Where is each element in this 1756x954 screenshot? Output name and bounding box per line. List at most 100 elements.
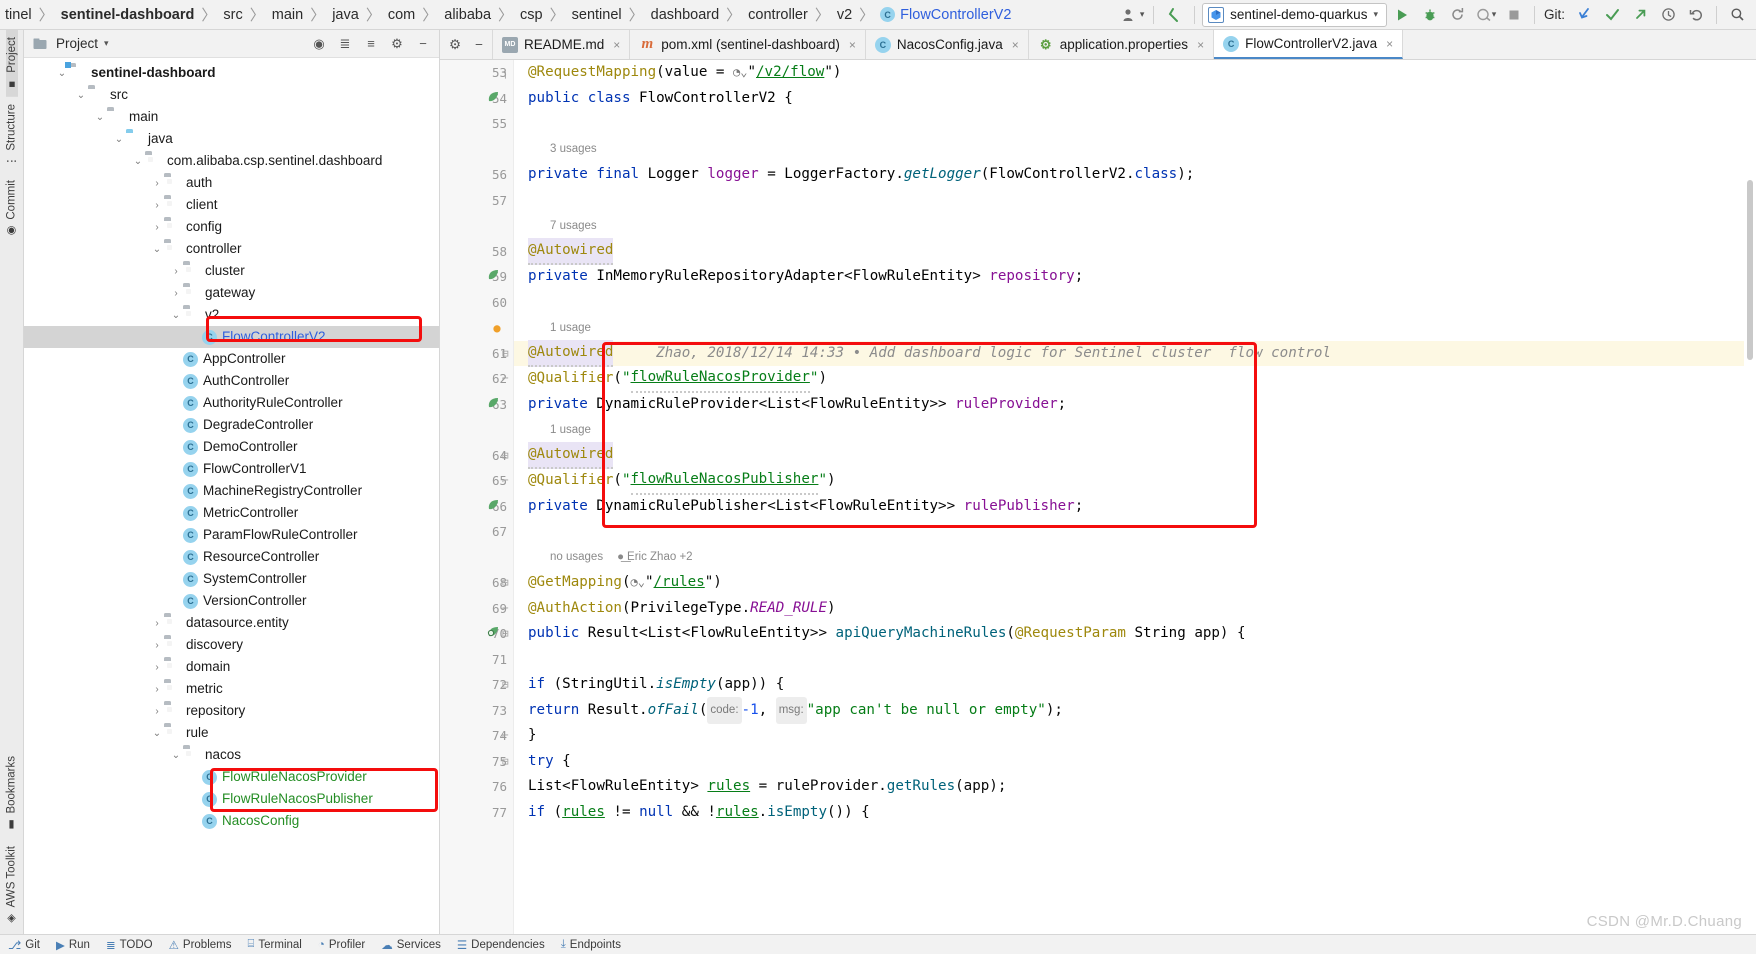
close-icon[interactable]: × (613, 38, 620, 52)
chevron-right-icon[interactable]: › (150, 222, 164, 233)
gutter-line-62[interactable]: 62 ⌐ (440, 366, 513, 392)
tree-node-degradecontroller[interactable]: C DegradeController (24, 414, 439, 436)
tree-node-sentinel-dashboard[interactable]: ⌄ sentinel-dashboard (24, 62, 439, 84)
status-bar-item-dependencies[interactable]: ☰ Dependencies (457, 938, 545, 952)
close-icon[interactable]: × (1386, 37, 1393, 51)
gear-icon[interactable]: ⚙ (387, 34, 407, 54)
spring-bean-icon[interactable] (484, 396, 502, 413)
sidebar-item-project[interactable]: ■ Project (5, 30, 18, 97)
chevron-down-icon[interactable]: ⌄ (150, 728, 164, 739)
chevron-right-icon[interactable]: › (150, 662, 164, 673)
tree-node-machineregistrycontroller[interactable]: C MachineRegistryController (24, 480, 439, 502)
code-line-73[interactable]: return Result. ofFail(code: -1, msg: "app… (514, 696, 1756, 724)
expand-all-icon[interactable]: ≡ (361, 34, 381, 54)
code-line-57[interactable] (514, 188, 1756, 214)
tree-node-versioncontroller[interactable]: C VersionController (24, 590, 439, 612)
gutter-line-61[interactable]: 61 ⊟ (440, 341, 513, 367)
sidebar-item-bookmarks[interactable]: ▮ Bookmarks (5, 749, 19, 839)
gutter-line-71[interactable]: 71 (440, 647, 513, 673)
code-line-71[interactable] (514, 647, 1756, 673)
breadcrumb-item-alibaba[interactable]: alibaba (443, 7, 492, 23)
chevron-right-icon[interactable]: › (150, 178, 164, 189)
code-line-62[interactable]: @Qualifier(" flowRuleNacosProvider ") (514, 366, 1756, 393)
status-bar-item-services[interactable]: ☁ Services (381, 938, 441, 952)
code-fold-toggle[interactable]: ┐ (502, 66, 509, 79)
gutter-line-68[interactable]: 68 ⊟ (440, 570, 513, 596)
tree-node-v2[interactable]: ⌄ v2 (24, 304, 439, 326)
chevron-right-icon[interactable]: › (150, 618, 164, 629)
chevron-right-icon[interactable]: › (169, 266, 183, 277)
code-line-77[interactable]: if (rules != null && ! rules. isEmpty()) { (514, 800, 1756, 826)
tree-node-auth[interactable]: › auth (24, 172, 439, 194)
rerun-icon[interactable] (1445, 3, 1471, 27)
code-line-61[interactable]: @Autowired Zhao, 2018/12/14 14:33 • Add … (514, 339, 1756, 367)
tree-node-src[interactable]: ⌄ src (24, 84, 439, 106)
code-line-63[interactable]: private DynamicRuleProvider < List < FlowRul… (514, 392, 1756, 418)
tree-node-appcontroller[interactable]: C AppController (24, 348, 439, 370)
gear-icon[interactable]: ⚙ (449, 37, 461, 53)
gutter-line-72[interactable]: 72 ⊟ (440, 672, 513, 698)
gutter-line-65[interactable]: 65 ⌐ (440, 468, 513, 494)
tree-node-rule[interactable]: ⌄ rule (24, 722, 439, 744)
status-bar-item-profiler[interactable]: ◔ Profiler (318, 939, 365, 951)
run-icon[interactable] (1389, 3, 1415, 27)
spring-bean-icon[interactable] (484, 90, 502, 107)
history-icon[interactable] (1655, 3, 1681, 27)
gutter-line-75[interactable]: 75 ⊟ (440, 749, 513, 775)
tree-node-authorityrulecontroller[interactable]: C AuthorityRuleController (24, 392, 439, 414)
code-line-69[interactable]: @AuthAction(PrivilegeType. READ_RULE) (514, 596, 1756, 622)
search-icon[interactable] (1724, 3, 1750, 27)
inlay-hint-usages[interactable]: no usages ●͟ Eric Zhao +2 (514, 545, 1756, 571)
run-configuration-selector[interactable]: sentinel-demo-quarkus ▾ (1202, 2, 1387, 27)
code-line-58[interactable]: @Autowired (514, 237, 1756, 265)
editor-tab-pom-xml-sentinel-dashboard-[interactable]: m pom.xml (sentinel-dashboard) × (630, 30, 866, 59)
gutter-line-77[interactable]: 77 (440, 800, 513, 826)
close-icon[interactable]: × (849, 38, 856, 52)
chevron-down-icon[interactable]: ⌄ (55, 68, 69, 79)
chevron-down-icon[interactable]: ⌄ (74, 90, 88, 101)
code-line-74[interactable]: } (514, 723, 1756, 749)
breadcrumb-item-sentinel-dashboard[interactable]: sentinel-dashboard (60, 7, 196, 23)
gutter-line-54[interactable]: 54 (440, 86, 513, 112)
code-line-59[interactable]: private InMemoryRuleRepositoryAdapter < Fl… (514, 264, 1756, 290)
chevron-down-icon[interactable]: ⌄ (150, 244, 164, 255)
gutter-line-59[interactable]: 59 (440, 264, 513, 290)
code-fold-toggle[interactable]: ⌐ (502, 602, 509, 615)
breadcrumb-item-flowcontrollerv2[interactable]: FlowControllerV2 (899, 7, 1012, 23)
sidebar-item-structure[interactable]: ⋮ Structure (5, 97, 19, 174)
tree-node-flowrulenacospublisher[interactable]: C FlowRuleNacosPublisher (24, 788, 439, 810)
gutter-line-69[interactable]: 69 ⌐ (440, 596, 513, 622)
editor-gutter[interactable]: 53 ┐ 54 55 56 57 58 59 60 ● 61 ⊟ 62 ⌐ 63 64 ⊟ 65 ⌐ 66 67 68 ⊟ 6… (440, 60, 514, 934)
breadcrumb-item-java[interactable]: java (331, 7, 360, 23)
code-content[interactable]: @RequestMapping(value = ◔⌄ "/v2/flow ") pub… (514, 60, 1756, 934)
code-fold-toggle[interactable]: ⌐ (502, 372, 509, 385)
breadcrumb-item-sentinel[interactable]: sentinel (571, 7, 623, 23)
status-bar-item-git[interactable]: ⎇ Git (8, 938, 40, 952)
close-icon[interactable]: × (1012, 38, 1019, 52)
gutter-line-57[interactable]: 57 (440, 188, 513, 214)
chevron-down-icon[interactable]: ⌄ (169, 750, 183, 761)
editor-tab-nacosconfig-java[interactable]: C NacosConfig.java × (865, 30, 1029, 59)
code-line-53[interactable]: @RequestMapping(value = ◔⌄ "/v2/flow ") (514, 60, 1756, 86)
spring-bean-icon[interactable] (484, 268, 502, 285)
tree-node-cluster[interactable]: › cluster (24, 260, 439, 282)
code-line-60[interactable] (514, 290, 1756, 316)
code-line-64[interactable]: @Autowired (514, 441, 1756, 469)
tree-node-flowrulenacosprovider[interactable]: C FlowRuleNacosProvider (24, 766, 439, 788)
inlay-hint-usages[interactable]: 1 usage (514, 417, 1756, 443)
tree-node-resourcecontroller[interactable]: C ResourceController (24, 546, 439, 568)
code-line-54[interactable]: public class FlowControllerV2 { (514, 86, 1756, 112)
code-line-56[interactable]: private final Logger logger = LoggerFact… (514, 162, 1756, 188)
code-fold-toggle[interactable]: ⊟ (502, 449, 509, 462)
chevron-down-icon[interactable]: ▾ (104, 38, 109, 49)
spring-mapping-icon[interactable] (484, 625, 502, 642)
gutter-line-66[interactable]: 66 (440, 494, 513, 520)
gutter-line-56[interactable]: 56 (440, 162, 513, 188)
chevron-down-icon[interactable]: ▾ (1373, 9, 1378, 20)
code-fold-toggle[interactable]: ⊟ (502, 678, 509, 691)
status-bar-item-todo[interactable]: ≣ TODO (106, 938, 153, 952)
tree-node-client[interactable]: › client (24, 194, 439, 216)
code-fold-toggle[interactable]: ⊟ (502, 347, 509, 360)
gutter-line-76[interactable]: 76 (440, 774, 513, 800)
status-bar-item-run[interactable]: ▶ Run (56, 938, 90, 952)
